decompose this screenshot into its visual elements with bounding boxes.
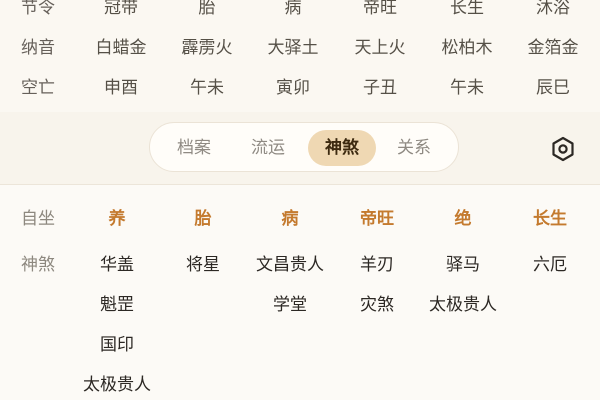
table-cell: 辰巳	[536, 78, 570, 98]
shensha-item: 六厄	[533, 255, 567, 275]
table-cell: 霹雳火	[181, 38, 233, 58]
tab-liuyun[interactable]: 流运	[236, 130, 300, 166]
tab-guanxi[interactable]: 关系	[382, 130, 446, 166]
shensha-table: 自坐 养 胎 病 帝旺 绝 长生 神煞 华盖 魁罡 国印 太极贵人 将星 文昌贵…	[0, 185, 600, 400]
table-cell: 长生	[450, 0, 484, 18]
shensha-item: 华盖	[100, 255, 134, 275]
row-label: 空亡	[21, 78, 55, 98]
table-cell: 帝旺	[363, 0, 397, 18]
shensha-item: 将星	[186, 255, 220, 275]
table-cell: 冠带	[104, 0, 138, 18]
table-cell: 白蜡金	[95, 38, 147, 58]
shensha-item: 太极贵人	[429, 295, 497, 315]
table-cell: 沐浴	[536, 0, 570, 18]
shensha-item: 羊刃	[360, 255, 394, 275]
stage-cell: 帝旺	[360, 209, 394, 229]
row-label: 节令	[21, 0, 55, 18]
table-row-nayin: 纳音 白蜡金 霹雳火 大驿土 天上火 松柏木 金箔金	[0, 34, 600, 62]
table-cell: 午未	[190, 78, 224, 98]
hexagon-settings-icon	[552, 136, 574, 162]
stage-cell: 绝	[454, 209, 472, 229]
shensha-item: 国印	[100, 335, 134, 355]
table-cell: 胎	[198, 0, 216, 18]
shensha-item: 灾煞	[360, 295, 394, 315]
stage-cell: 养	[108, 209, 126, 229]
stage-cell: 胎	[194, 209, 212, 229]
tab-bar: 档案 流运 神煞 关系	[0, 112, 600, 184]
row-label: 纳音	[21, 38, 55, 58]
shensha-item: 太极贵人	[83, 375, 151, 395]
table-cell: 松柏木	[441, 38, 493, 58]
stage-cell: 病	[281, 209, 299, 229]
tab-shensha[interactable]: 神煞	[308, 130, 376, 166]
info-table: 节令 冠带 胎 病 帝旺 长生 沐浴 纳音 白蜡金 霹雳火 大驿土 天上火 松柏…	[0, 0, 600, 110]
table-cell: 天上火	[354, 38, 406, 58]
shensha-item: 文昌贵人	[256, 255, 324, 275]
shensha-item: 魁罡	[100, 295, 134, 315]
table-cell: 大驿土	[267, 38, 319, 58]
table-row-kongwang: 空亡 申酉 午未 寅卯 子丑 午未 辰巳	[0, 74, 600, 102]
table-cell: 寅卯	[276, 78, 310, 98]
shensha-page: 节令 冠带 胎 病 帝旺 长生 沐浴 纳音 白蜡金 霹雳火 大驿土 天上火 松柏…	[0, 0, 600, 400]
table-cell: 病	[284, 0, 302, 18]
table-cell: 午未	[450, 78, 484, 98]
shensha-item: 学堂	[273, 295, 307, 315]
segmented-control: 档案 流运 神煞 关系	[149, 122, 459, 172]
table-cell: 子丑	[363, 78, 397, 98]
table-cell: 金箔金	[527, 38, 579, 58]
tab-dangan[interactable]: 档案	[162, 130, 226, 166]
table-row-jieling: 节令 冠带 胎 病 帝旺 长生 沐浴	[0, 0, 600, 22]
stage-cell: 长生	[533, 209, 567, 229]
table-cell: 申酉	[104, 78, 138, 98]
shensha-item: 驿马	[446, 255, 480, 275]
settings-button[interactable]	[548, 134, 578, 164]
